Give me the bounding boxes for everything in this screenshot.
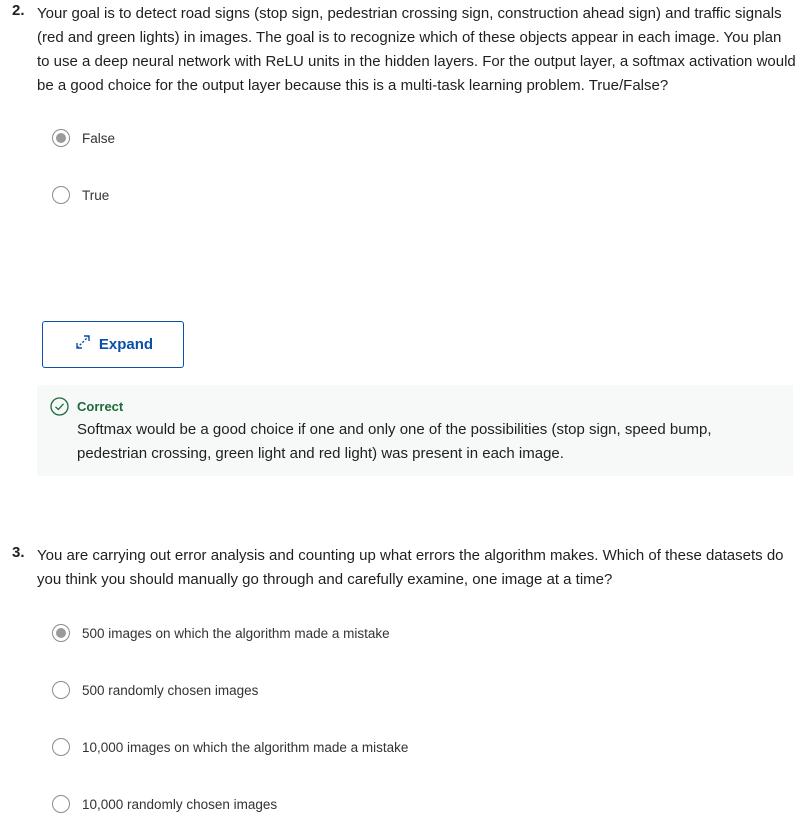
radio-unselected[interactable] <box>52 681 70 699</box>
expand-label: Expand <box>98 336 154 353</box>
option-true[interactable]: True <box>52 184 109 206</box>
question-number: 2. <box>12 2 25 19</box>
feedback-title: Correct <box>77 399 124 414</box>
option-label: True <box>82 187 110 203</box>
question-text: You are carrying out error analysis and … <box>37 547 784 588</box>
question-number: 3. <box>12 544 25 561</box>
option-10000-mistake[interactable]: 10,000 images on which the algorithm mad… <box>52 736 408 758</box>
option-10000-random[interactable]: 10,000 randomly chosen images <box>52 793 277 815</box>
radio-selected[interactable] <box>52 129 70 147</box>
option-false[interactable]: False <box>52 127 115 149</box>
question-text: Your goal is to detect road signs (stop … <box>37 5 796 94</box>
option-label: 500 randomly chosen images <box>82 682 259 698</box>
option-500-random[interactable]: 500 randomly chosen images <box>52 679 258 701</box>
option-label: 500 images on which the algorithm made a… <box>82 625 390 641</box>
radio-selected[interactable] <box>52 624 70 642</box>
expand-arrows-icon <box>73 332 93 357</box>
option-label: 10,000 randomly chosen images <box>82 796 278 812</box>
feedback-text: Softmax would be a good choice if one an… <box>77 421 712 462</box>
option-label: 10,000 images on which the algorithm mad… <box>82 739 409 755</box>
radio-unselected[interactable] <box>52 795 70 813</box>
check-circle-icon <box>50 397 69 421</box>
option-label: False <box>82 130 116 146</box>
expand-button[interactable]: Expand <box>42 321 184 368</box>
option-500-mistake[interactable]: 500 images on which the algorithm made a… <box>52 622 390 644</box>
radio-unselected[interactable] <box>52 738 70 756</box>
feedback-panel: Correct Softmax would be a good choice i… <box>37 385 793 476</box>
radio-unselected[interactable] <box>52 186 70 204</box>
